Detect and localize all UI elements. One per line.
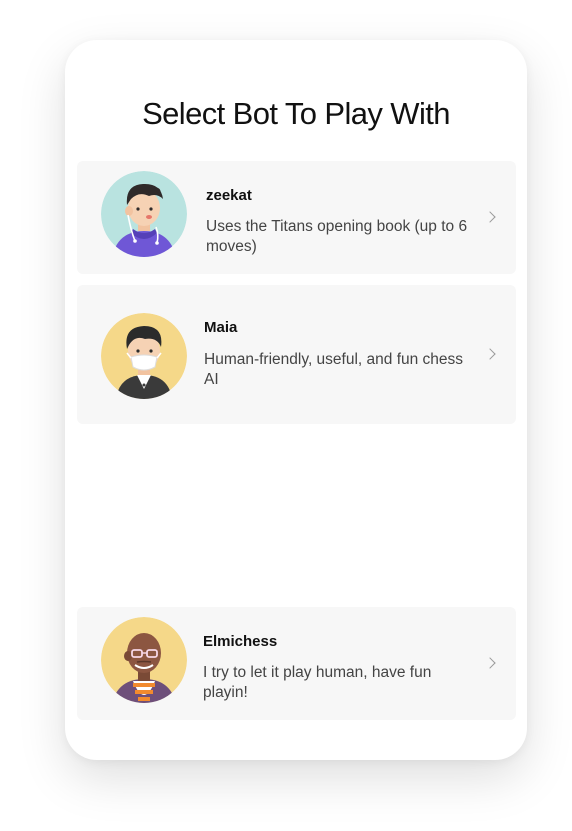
bot-item-zeekat[interactable]: zeekat Uses the Titans opening book (up … — [77, 161, 516, 274]
boy-with-earbuds-avatar-icon — [101, 171, 187, 257]
boy-with-face-mask-avatar-icon — [101, 313, 187, 399]
bot-item-maia[interactable]: Maia Human-friendly, useful, and fun che… — [77, 285, 516, 424]
bot-name: Maia — [204, 319, 238, 336]
page-title: Select Bot To Play With — [142, 96, 450, 131]
chevron-right-icon — [484, 210, 496, 223]
bot-item-elmichess[interactable]: Elmichess I try to let it play human, ha… — [77, 607, 516, 720]
bot-name: Elmichess — [203, 633, 278, 650]
bot-name: zeekat — [206, 187, 252, 204]
bot-selection-card: Select Bot To Play With zeekat Uses the … — [65, 40, 527, 760]
bald-man-with-glasses-avatar-icon — [101, 617, 187, 703]
bot-description: I try to let it play human, have fun pla… — [203, 664, 432, 701]
bot-description: Uses the Titans opening book (up to 6 mo… — [206, 218, 468, 255]
chevron-right-icon — [484, 656, 496, 669]
chevron-right-icon — [484, 347, 496, 360]
bot-description: Human-friendly, useful, and fun chess AI — [204, 351, 464, 388]
